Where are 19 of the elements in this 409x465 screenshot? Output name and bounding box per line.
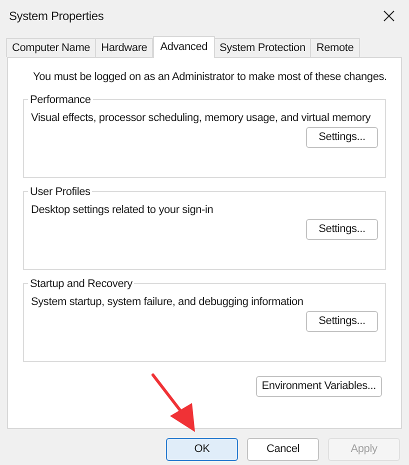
group-title: Performance	[29, 92, 92, 108]
dialog-button[interactable]: OK	[166, 438, 238, 461]
environment-variables-button[interactable]: Environment Variables...	[256, 376, 382, 396]
group-description: System startup, system failure, and debugging information	[31, 295, 304, 310]
tab[interactable]: Computer Name	[6, 38, 96, 57]
settings-button[interactable]: Settings...	[306, 310, 378, 332]
group-title: User Profiles	[29, 184, 92, 200]
group-title: Startup and Recovery	[29, 276, 134, 292]
tab[interactable]: Advanced	[153, 36, 215, 58]
close-icon	[383, 10, 395, 22]
dialog-button[interactable]: Cancel	[247, 438, 319, 461]
group-description: Desktop settings related to your sign-in	[31, 203, 214, 218]
window-title: System Properties	[9, 8, 104, 24]
settings-button[interactable]: Settings...	[306, 218, 378, 240]
tab[interactable]: Hardware	[95, 38, 154, 57]
settings-button[interactable]: Settings...	[306, 126, 378, 148]
admin-notice: You must be logged on as an Administrator to make most of these changes.	[32, 70, 386, 85]
group-description: Visual effects, processor scheduling, memory usage, and virtual memory	[31, 111, 372, 126]
tab[interactable]: Remote	[310, 38, 360, 57]
